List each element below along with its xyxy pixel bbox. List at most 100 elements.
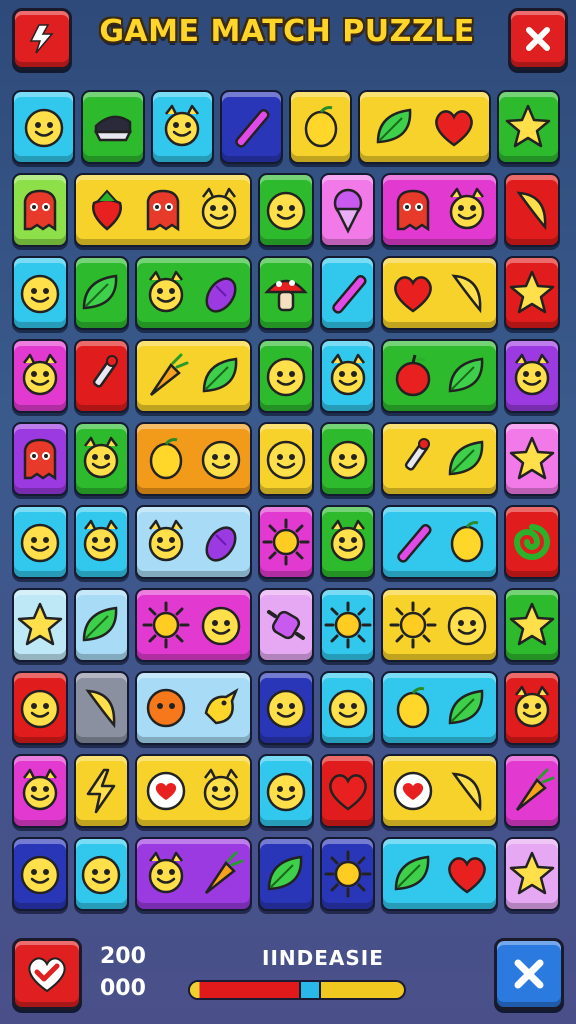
puzzle-tile[interactable] — [381, 173, 499, 247]
puzzle-tile[interactable] — [504, 505, 560, 579]
puzzle-tile[interactable] — [12, 339, 68, 413]
puzzle-tile[interactable] — [381, 671, 499, 745]
puzzle-tile[interactable] — [12, 256, 68, 330]
score-top: 200 — [100, 944, 146, 969]
board-row — [12, 256, 566, 330]
puzzle-tile[interactable] — [381, 339, 499, 413]
puzzle-tile[interactable] — [73, 837, 130, 911]
puzzle-tile[interactable] — [319, 256, 376, 330]
wand-icon — [331, 274, 367, 314]
puzzle-tile[interactable] — [319, 837, 376, 911]
puzzle-tile[interactable] — [258, 422, 314, 496]
puzzle-tile[interactable] — [496, 90, 560, 164]
level-label: IINDEASIE — [262, 946, 384, 970]
puzzle-tile[interactable] — [135, 588, 253, 662]
puzzle-tile[interactable] — [358, 90, 491, 164]
puzzle-tile[interactable] — [504, 671, 560, 745]
puzzle-tile[interactable] — [135, 339, 253, 413]
puzzle-tile[interactable] — [381, 505, 499, 579]
puzzle-tile[interactable] — [258, 505, 314, 579]
puzzle-tile[interactable] — [504, 754, 560, 828]
face-icon — [20, 274, 60, 314]
puzzle-tile[interactable] — [319, 505, 376, 579]
puzzle-tile[interactable] — [258, 173, 314, 247]
puzzle-tile[interactable] — [12, 754, 68, 828]
quit-button[interactable] — [494, 938, 564, 1010]
puzzle-tile[interactable] — [258, 671, 314, 745]
puzzle-tile[interactable] — [504, 837, 560, 911]
cat-icon — [84, 519, 119, 562]
lives-button[interactable] — [12, 938, 82, 1010]
puzzle-tile[interactable] — [73, 422, 130, 496]
puzzle-tile[interactable] — [135, 256, 253, 330]
eggplant-icon — [205, 526, 237, 562]
board-row — [12, 422, 566, 496]
puzzle-tile[interactable] — [258, 588, 314, 662]
puzzle-tile[interactable] — [289, 90, 353, 164]
close-icon — [526, 27, 550, 51]
puzzle-tile[interactable] — [319, 422, 376, 496]
cat-icon — [514, 685, 550, 728]
puzzle-tile[interactable] — [319, 339, 376, 413]
puzzle-tile[interactable] — [12, 90, 76, 164]
puzzle-tile[interactable] — [12, 671, 68, 745]
puzzle-tile[interactable] — [258, 339, 314, 413]
puzzle-tile[interactable] — [135, 671, 253, 745]
puzzle-tile[interactable] — [73, 505, 130, 579]
carrot-icon — [150, 353, 189, 396]
puzzle-tile[interactable] — [258, 256, 314, 330]
puzzle-tile[interactable] — [219, 90, 283, 164]
puzzle-tile[interactable] — [135, 754, 253, 828]
puzzle-tile[interactable] — [319, 588, 376, 662]
face-icon — [447, 606, 487, 646]
puzzle-tile[interactable] — [73, 173, 253, 247]
puzzle-tile[interactable] — [73, 256, 130, 330]
puzzle-tile[interactable] — [319, 671, 376, 745]
bolt-icon — [87, 768, 116, 814]
banana-icon — [516, 191, 547, 231]
puzzle-tile[interactable] — [135, 837, 253, 911]
berry-icon — [91, 189, 122, 231]
puzzle-tile[interactable] — [81, 90, 145, 164]
puzzle-tile[interactable] — [135, 505, 253, 579]
heart-check-icon — [28, 957, 66, 993]
puzzle-tile[interactable] — [319, 754, 376, 828]
puzzle-tile[interactable] — [135, 422, 253, 496]
puzzle-tile[interactable] — [381, 754, 499, 828]
puzzle-tile[interactable] — [73, 339, 130, 413]
puzzle-tile[interactable] — [381, 422, 499, 496]
puzzle-tile[interactable] — [73, 671, 130, 745]
puzzle-tile[interactable] — [504, 339, 560, 413]
puzzle-tile[interactable] — [12, 588, 68, 662]
puzzle-tile[interactable] — [504, 256, 560, 330]
puzzle-tile[interactable] — [381, 837, 499, 911]
puzzle-tile[interactable] — [319, 173, 376, 247]
puzzle-board — [12, 90, 566, 918]
puzzle-tile[interactable] — [381, 588, 499, 662]
puzzle-tile[interactable] — [258, 754, 314, 828]
face-icon — [20, 523, 60, 563]
puzzle-tile[interactable] — [12, 422, 68, 496]
heart-icon — [393, 276, 432, 313]
puzzle-tile[interactable] — [12, 173, 68, 247]
puzzle-tile[interactable] — [73, 754, 130, 828]
puzzle-tile[interactable] — [504, 588, 560, 662]
cat-icon — [164, 104, 200, 147]
puzzle-tile[interactable] — [258, 837, 314, 911]
puzzle-tile[interactable] — [150, 90, 214, 164]
cat-icon — [514, 353, 550, 396]
puzzle-tile[interactable] — [73, 588, 130, 662]
puzzle-tile[interactable] — [12, 837, 68, 911]
puzzle-tile[interactable] — [381, 256, 499, 330]
puzzle-tile[interactable] — [504, 173, 560, 247]
monster-icon — [23, 189, 57, 232]
face-icon — [201, 440, 241, 480]
board-row — [12, 837, 566, 911]
heartbubble-icon — [147, 771, 186, 811]
close-button[interactable] — [508, 8, 568, 70]
power-up-button[interactable] — [12, 8, 72, 70]
puzzle-tile[interactable] — [12, 505, 68, 579]
puzzle-tile[interactable] — [504, 422, 560, 496]
heart-icon — [435, 110, 474, 147]
cat-icon — [149, 519, 184, 562]
